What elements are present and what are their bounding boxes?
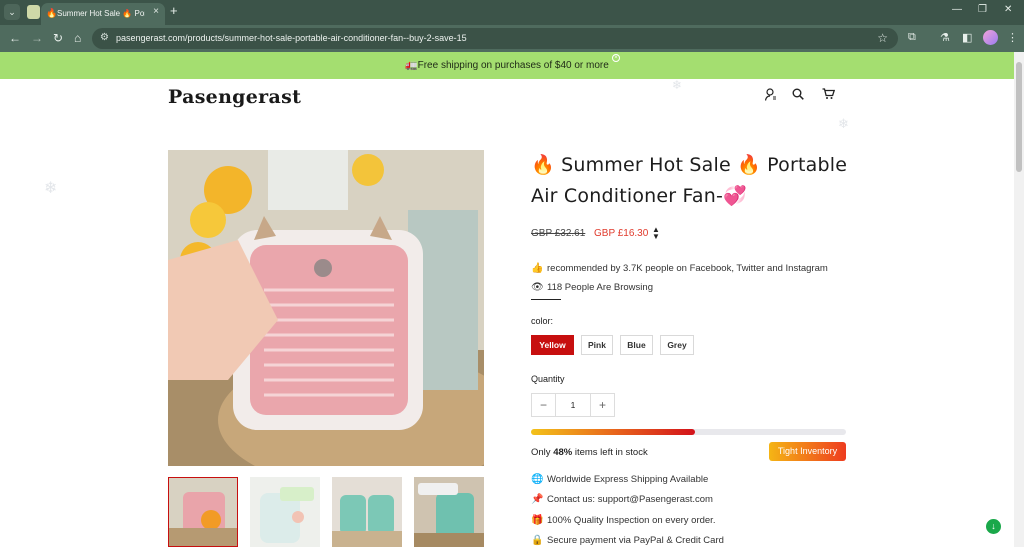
pinned-tab-icon[interactable] [27, 5, 40, 19]
announcement-bar: 🚛Free shipping on purchases of $40 or mo… [0, 52, 1014, 79]
tab-search-button[interactable]: ⌄ [4, 4, 20, 20]
color-option-yellow[interactable]: Yellow [531, 335, 574, 355]
quantity-input[interactable]: 1 [556, 394, 590, 416]
price-sale: GBP £16.30 [594, 228, 649, 239]
snowflake-icon: ❄ [838, 116, 849, 131]
fire-icon: 🔥 [46, 8, 58, 18]
pin-icon: 📌 [531, 494, 544, 505]
feature-contact: 📌 Contact us: support@Pasengerast.com [531, 494, 713, 505]
globe-icon: 🌐 [531, 474, 544, 485]
color-option-blue[interactable]: Blue [620, 335, 653, 355]
price-original: GBP £32.61 [531, 228, 586, 239]
address-bar[interactable]: ⚙ pasengerast.com/products/summer-hot-sa… [92, 28, 898, 49]
search-icon[interactable] [792, 88, 804, 103]
color-label: color: [531, 316, 554, 326]
announcement-close-icon[interactable]: × [612, 54, 620, 62]
product-thumbnail-4[interactable] [414, 477, 484, 547]
side-panel-icon[interactable]: ◧ [962, 31, 972, 44]
floating-download-button[interactable]: ↓ [986, 519, 1001, 534]
browser-tab-active[interactable]: 🔥 Summer Hot Sale 🔥 Porta × [41, 3, 165, 25]
stock-progress-fill [531, 429, 695, 435]
thumbnail-image [250, 477, 320, 547]
new-tab-button[interactable]: + [170, 3, 178, 18]
stock-prefix: Only [531, 447, 554, 458]
stock-percent: 48% [553, 447, 573, 458]
back-icon[interactable]: ← [9, 31, 21, 45]
currency-switch-icon[interactable]: ▲ ▼ [652, 226, 660, 241]
scrollbar-thumb[interactable] [1016, 62, 1022, 172]
product-title: 🔥 Summer Hot Sale 🔥 Portable Air Conditi… [531, 154, 848, 207]
announcement-text: 🚛Free shipping on purchases of $40 or mo… [405, 60, 609, 71]
gift-box-icon: 🎁 [531, 515, 544, 526]
snowflake-icon: ❄ [44, 180, 58, 197]
stock-progress-bar [531, 429, 846, 435]
home-icon[interactable]: ⌂ [74, 31, 81, 45]
feature-shipping: 🌐 Worldwide Express Shipping Available [531, 474, 708, 485]
thumbnail-image [169, 478, 237, 546]
browser-tab-bar: ⌄ 🔥 Summer Hot Sale 🔥 Porta × + — ❐ ✕ [0, 0, 1024, 25]
url-text: pasengerast.com/products/summer-hot-sale… [116, 33, 467, 43]
divider [531, 299, 561, 300]
feature-text: Secure payment via PayPal & Credit Card [547, 535, 724, 546]
profile-avatar[interactable] [983, 30, 998, 45]
stock-text: Only 48% items left in stock [531, 447, 648, 458]
quantity-decrease-button[interactable]: − [532, 394, 556, 416]
stock-suffix: items left in stock [572, 447, 648, 458]
quantity-stepper: − 1 + [531, 393, 615, 417]
feature-payment: 🔒 Secure payment via PayPal & Credit Card [531, 535, 724, 546]
tab-close-button[interactable]: × [153, 6, 159, 17]
account-icon[interactable] [764, 88, 777, 104]
tight-inventory-badge: Tight Inventory [769, 442, 846, 461]
tab-title: Summer Hot Sale 🔥 Porta [57, 9, 145, 18]
color-option-pink[interactable]: Pink [581, 335, 613, 355]
store-logo[interactable]: Pasengerast [168, 86, 301, 108]
site-info-icon[interactable]: ⚙ [100, 32, 109, 43]
product-main-image[interactable] [168, 150, 484, 466]
color-option-grey[interactable]: Grey [660, 335, 694, 355]
close-window-icon[interactable]: ✕ [1004, 4, 1012, 15]
product-thumbnail-3[interactable] [332, 477, 402, 547]
browsing-line: 👁 118 People Are Browsing [531, 282, 653, 293]
eye-icon: 👁 [531, 282, 544, 293]
quantity-increase-button[interactable]: + [590, 394, 614, 416]
thumbnail-image [414, 477, 484, 547]
social-proof-line: 👍 recommended by 3.7K people on Facebook,… [531, 263, 828, 274]
lab-flask-icon[interactable]: ⚗ [940, 31, 950, 44]
feature-text: Contact us: support@Pasengerast.com [547, 494, 713, 505]
product-photo [168, 150, 484, 466]
thumbnail-image [332, 477, 402, 547]
snowflake-icon: ❄ [672, 78, 683, 92]
feature-quality: 🎁 100% Quality Inspection on every order. [531, 515, 715, 526]
restore-icon[interactable]: ❐ [978, 4, 987, 15]
feature-text: 100% Quality Inspection on every order. [547, 515, 716, 526]
address-bar-row: ← → ↻ ⌂ ⚙ pasengerast.com/products/summe… [0, 25, 1024, 52]
quantity-label: Quantity [531, 374, 565, 384]
minimize-icon[interactable]: — [952, 4, 962, 15]
browsing-text: 118 People Are Browsing [547, 282, 653, 293]
page-scrollbar[interactable] [1014, 52, 1024, 547]
product-thumbnail-1[interactable] [168, 477, 238, 547]
forward-icon[interactable]: → [31, 31, 43, 45]
cart-icon[interactable] [822, 88, 836, 103]
product-thumbnail-2[interactable] [250, 477, 320, 547]
lock-icon: 🔒 [531, 535, 544, 546]
menu-kebab-icon[interactable]: ⋮ [1007, 31, 1018, 44]
feature-text: Worldwide Express Shipping Available [547, 474, 709, 485]
reload-icon[interactable]: ↻ [53, 31, 63, 45]
recommend-text: recommended by 3.7K people on Facebook, … [547, 263, 828, 274]
bookmark-star-icon[interactable]: ☆ [877, 31, 888, 45]
thumbs-up-icon: 👍 [531, 263, 544, 274]
extensions-icon[interactable]: ⧉ [908, 31, 916, 44]
